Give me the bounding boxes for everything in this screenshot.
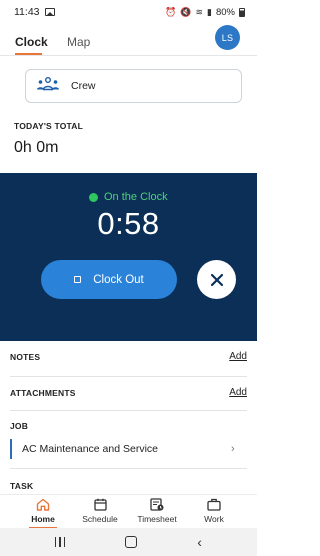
- back-icon[interactable]: ‹: [197, 535, 202, 549]
- tabs-divider: [0, 55, 257, 56]
- notes-add-link[interactable]: Add: [229, 351, 247, 362]
- briefcase-icon: [207, 498, 221, 511]
- image-icon: [44, 8, 55, 16]
- divider: [10, 468, 247, 469]
- crew-icon: [36, 76, 60, 96]
- attachments-add-link[interactable]: Add: [229, 387, 247, 398]
- close-icon: [210, 273, 223, 286]
- status-bar: 11:43 ⏰ 🔇 ≋ ▮ 80%: [0, 0, 257, 24]
- recents-icon[interactable]: [55, 537, 66, 547]
- home-icon: [36, 498, 50, 511]
- nav-timesheet-label: Timesheet: [137, 514, 177, 524]
- task-label: TASK: [10, 481, 34, 491]
- battery-percent: 80%: [215, 6, 235, 18]
- divider: [10, 376, 247, 377]
- mute-icon: 🔇: [180, 6, 192, 17]
- divider: [10, 410, 247, 411]
- crew-button[interactable]: Crew: [25, 69, 242, 103]
- close-button[interactable]: [197, 260, 236, 299]
- clock-timer: 0:58: [97, 206, 160, 241]
- status-time: 11:43: [14, 6, 40, 18]
- nav-home-label: Home: [31, 514, 55, 524]
- avatar[interactable]: LS: [215, 25, 240, 50]
- tab-map[interactable]: Map: [67, 35, 90, 49]
- job-value[interactable]: AC Maintenance and Service: [22, 443, 158, 455]
- notes-label: NOTES: [10, 352, 41, 362]
- todays-total-label: TODAY'S TOTAL: [14, 121, 84, 131]
- nav-timesheet[interactable]: Timesheet: [129, 498, 185, 524]
- timesheet-icon: [150, 498, 164, 511]
- clock-status-text: On the Clock: [104, 191, 168, 203]
- crew-label: Crew: [71, 80, 96, 92]
- calendar-icon: [93, 498, 107, 511]
- nav-home[interactable]: Home: [15, 498, 71, 524]
- todays-total-value: 0h 0m: [14, 139, 59, 156]
- attachments-label: ATTACHMENTS: [10, 388, 76, 398]
- job-accent-bar: [10, 439, 12, 459]
- alarm-icon: ⏰: [165, 6, 177, 17]
- stop-icon: [74, 276, 82, 283]
- job-label: JOB: [10, 421, 29, 431]
- nav-work-label: Work: [204, 514, 224, 524]
- nav-schedule[interactable]: Schedule: [72, 498, 128, 524]
- on-clock-status-dot: [89, 193, 98, 202]
- battery-icon: [239, 7, 245, 17]
- system-home-icon[interactable]: [125, 536, 138, 548]
- chevron-right-icon[interactable]: ›: [231, 443, 235, 455]
- signal-icon: ▮: [207, 6, 212, 17]
- wifi-icon: ≋: [195, 6, 204, 17]
- clock-out-label: Clock Out: [93, 273, 144, 286]
- clock-out-button[interactable]: Clock Out: [41, 260, 177, 299]
- bottom-nav: Home Schedule Timesheet Work: [0, 494, 257, 529]
- nav-work[interactable]: Work: [186, 498, 242, 524]
- tab-clock[interactable]: Clock: [15, 35, 48, 49]
- system-nav-bar: ‹: [0, 528, 257, 556]
- nav-schedule-label: Schedule: [82, 514, 118, 524]
